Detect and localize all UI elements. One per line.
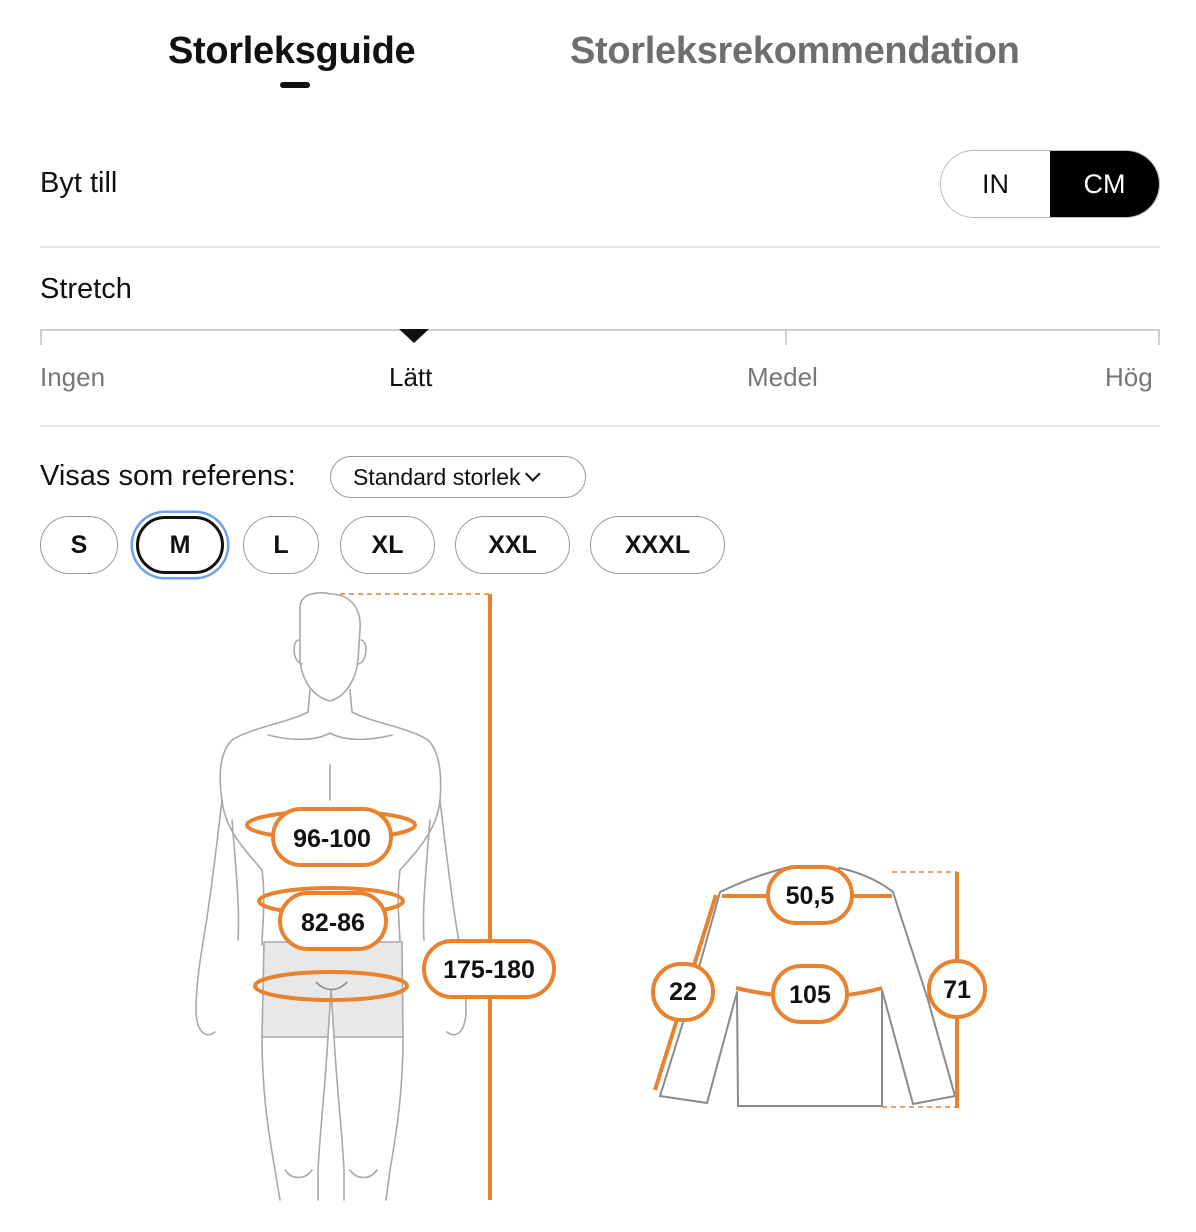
waist-measurement-value: 82-86	[301, 909, 365, 937]
length-measurement-value: 71	[943, 976, 971, 1004]
body-measurement-illustration: 96-100 82-86 175-180 50,5 105 22 71	[195, 592, 987, 1201]
garment-chest-measurement-value: 105	[789, 981, 831, 1009]
height-measurement-value: 175-180	[443, 956, 535, 984]
shoulder-measurement-value: 50,5	[786, 882, 835, 910]
chest-measurement-value: 96-100	[293, 825, 371, 853]
sleeve-measurement-value: 22	[669, 978, 697, 1006]
